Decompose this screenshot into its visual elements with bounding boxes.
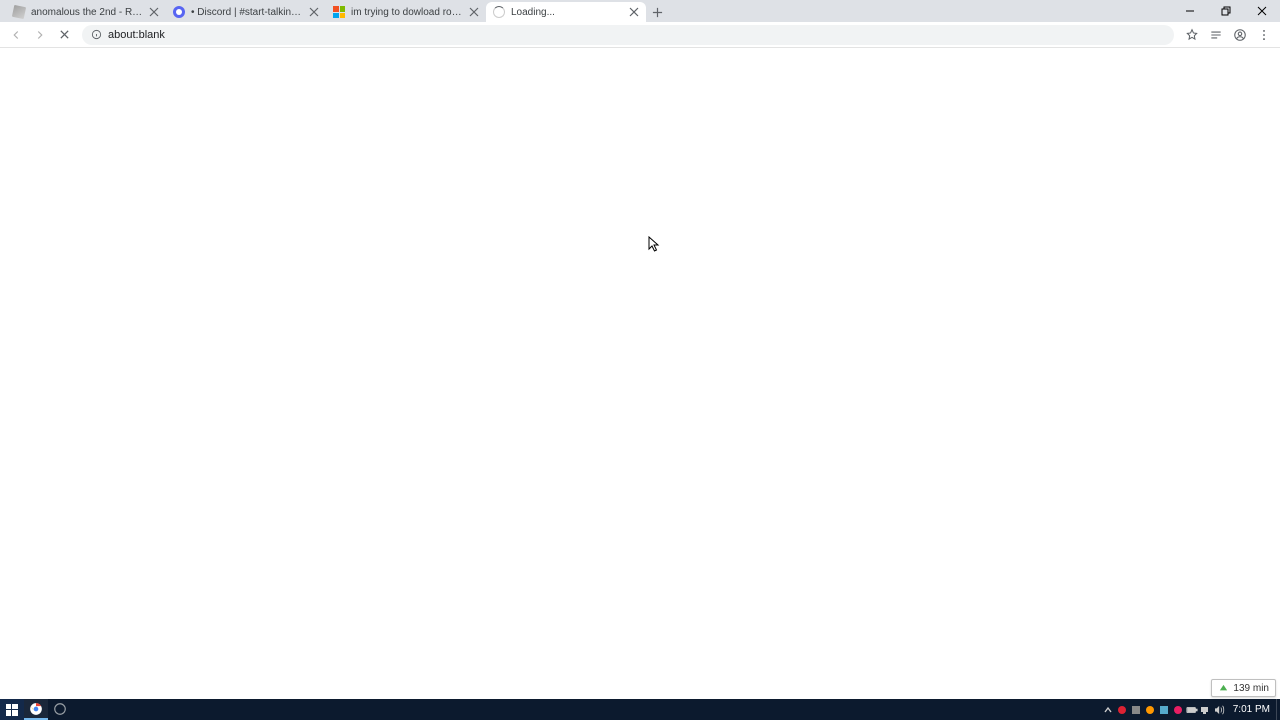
forward-button[interactable] xyxy=(30,25,50,45)
bookmark-star-icon[interactable] xyxy=(1182,25,1202,45)
roblox-icon xyxy=(12,5,26,19)
minimize-button[interactable] xyxy=(1172,0,1208,22)
system-tray: 7:01 PM xyxy=(1101,699,1280,720)
show-desktop-button[interactable] xyxy=(1276,699,1280,720)
profile-avatar-icon[interactable] xyxy=(1230,25,1250,45)
discord-icon xyxy=(172,5,186,19)
start-button[interactable] xyxy=(0,699,24,720)
tray-hidden-icons[interactable] xyxy=(1101,699,1115,720)
stop-reload-button[interactable] xyxy=(54,25,74,45)
tab-discord[interactable]: • Discord | #start-talking | Land o xyxy=(166,2,326,22)
tab-title: Loading... xyxy=(511,7,624,18)
maximize-button[interactable] xyxy=(1208,0,1244,22)
close-tab-icon[interactable] xyxy=(628,6,640,18)
timer-up-icon xyxy=(1218,683,1229,694)
tab-roblox[interactable]: anomalous the 2nd - Roblox xyxy=(6,2,166,22)
tray-volume-icon[interactable] xyxy=(1213,699,1227,720)
tab-title: anomalous the 2nd - Roblox xyxy=(31,7,144,18)
new-tab-button[interactable] xyxy=(646,2,668,22)
bing-icon xyxy=(332,5,346,19)
tray-network-icon[interactable] xyxy=(1199,699,1213,720)
windows-taskbar: 7:01 PM xyxy=(0,699,1280,720)
browser-toolbar xyxy=(0,22,1280,48)
site-info-icon[interactable] xyxy=(90,29,102,41)
taskbar-app[interactable] xyxy=(48,699,72,720)
address-bar[interactable] xyxy=(82,25,1174,45)
close-tab-icon[interactable] xyxy=(308,6,320,18)
mouse-cursor-icon xyxy=(648,236,660,254)
tray-app-2-icon[interactable] xyxy=(1129,699,1143,720)
tray-app-5-icon[interactable] xyxy=(1171,699,1185,720)
taskbar-chrome[interactable] xyxy=(24,699,48,720)
page-content: 139 min xyxy=(0,48,1280,699)
reading-list-icon[interactable] xyxy=(1206,25,1226,45)
tab-strip: anomalous the 2nd - Roblox • Discord | #… xyxy=(0,0,1280,22)
tab-title: • Discord | #start-talking | Land o xyxy=(191,7,304,18)
close-tab-icon[interactable] xyxy=(468,6,480,18)
tray-battery-icon[interactable] xyxy=(1185,699,1199,720)
window-controls xyxy=(1172,0,1280,22)
loading-spinner-icon xyxy=(492,5,506,19)
tab-loading[interactable]: Loading... xyxy=(486,2,646,22)
tray-app-4-icon[interactable] xyxy=(1157,699,1171,720)
taskbar-clock[interactable]: 7:01 PM xyxy=(1227,704,1276,715)
url-input[interactable] xyxy=(108,29,1166,41)
tab-bing-search[interactable]: im trying to dowload roblox fro xyxy=(326,2,486,22)
close-tab-icon[interactable] xyxy=(148,6,160,18)
chrome-menu-icon[interactable] xyxy=(1254,25,1274,45)
tray-app-3-icon[interactable] xyxy=(1143,699,1157,720)
timer-widget[interactable]: 139 min xyxy=(1211,679,1276,697)
close-window-button[interactable] xyxy=(1244,0,1280,22)
tray-app-1-icon[interactable] xyxy=(1115,699,1129,720)
timer-text: 139 min xyxy=(1233,683,1269,694)
back-button[interactable] xyxy=(6,25,26,45)
tab-title: im trying to dowload roblox fro xyxy=(351,7,464,18)
